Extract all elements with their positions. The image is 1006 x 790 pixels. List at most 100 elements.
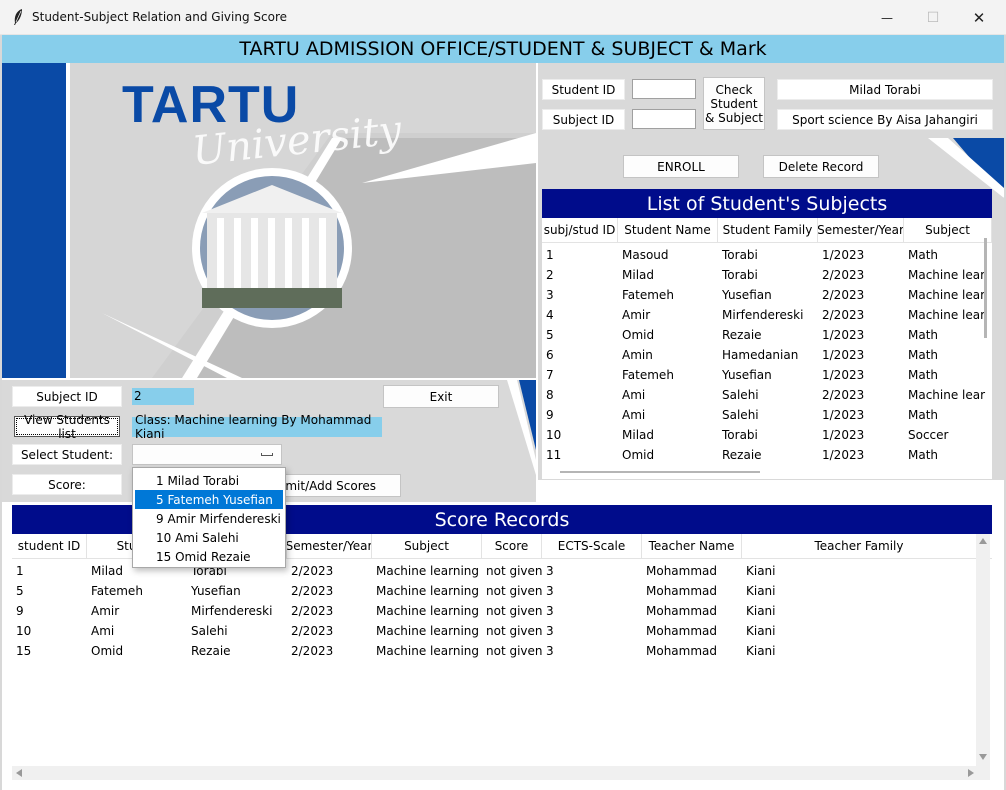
subjects-table-cell: Rezaie xyxy=(722,448,762,462)
score-table-cell: 2/2023 xyxy=(291,604,334,618)
subjects-column-header[interactable]: subj/stud ID xyxy=(542,218,618,242)
score-column-header[interactable]: Subject xyxy=(372,534,482,558)
score-vertical-scrollbar[interactable] xyxy=(976,534,990,780)
score-column-header[interactable]: Teacher Family xyxy=(742,534,977,558)
dropdown-option[interactable]: 15 Omid Rezaie xyxy=(135,547,283,566)
score-table-cell: 3 xyxy=(546,644,554,658)
subjects-table-row[interactable]: 11 Omid Rezaie 1/2023 Math xyxy=(542,445,992,465)
subjects-table-cell: 1/2023 xyxy=(822,248,865,262)
subjects-horizontal-scrollbar[interactable] xyxy=(560,471,760,473)
score-table-cell: Amir xyxy=(91,604,120,618)
score-table-cell: Kiani xyxy=(746,624,776,638)
subjects-table-row[interactable]: 6 Amin Hamedanian 1/2023 Math xyxy=(542,345,992,365)
dropdown-option[interactable]: 1 Milad Torabi xyxy=(135,471,283,490)
feather-icon xyxy=(14,9,22,25)
subjects-column-header[interactable]: Student Family xyxy=(718,218,818,242)
score-table-row[interactable]: 10 Ami Salehi 2/2023 Machine learning not giv… xyxy=(12,621,992,641)
subjects-table-cell: 1 xyxy=(546,248,554,262)
subjects-table-row[interactable]: 7 Fatemeh Yusefian 1/2023 Math xyxy=(542,365,992,385)
score-table-cell: Kiani xyxy=(746,644,776,658)
scroll-left-icon[interactable] xyxy=(16,769,22,777)
submit-add-scores-label: omit/Add Scores xyxy=(278,478,377,493)
subjects-table-row[interactable]: 3 Fatemeh Yusefian 2/2023 Machine lear xyxy=(542,285,992,305)
form-decoration xyxy=(507,380,536,475)
score-table-cell: Mohammad xyxy=(646,604,718,618)
score-table-cell: Omid xyxy=(91,644,124,658)
enroll-button[interactable]: ENROLL xyxy=(623,155,739,178)
subjects-column-header[interactable]: Student Name xyxy=(618,218,718,242)
subjects-column-header[interactable]: Subject xyxy=(904,218,992,242)
scroll-right-icon[interactable] xyxy=(968,769,974,777)
subjects-table-cell: Masoud xyxy=(622,248,669,262)
subjects-table-cell: Hamedanian xyxy=(722,348,799,362)
subjects-table-row[interactable]: 2 Milad Torabi 2/2023 Machine lear xyxy=(542,265,992,285)
dropdown-option[interactable]: 10 Ami Salehi xyxy=(135,528,283,547)
score-table-cell: 3 xyxy=(546,624,554,638)
select-student-options: 1 Milad Torabi 5 Fatemeh Yusefian 9 Amir M… xyxy=(132,467,286,568)
score-table-row[interactable]: 9 Amir Mirfendereski 2/2023 Machine learning… xyxy=(12,601,992,621)
exit-button[interactable]: Exit xyxy=(383,385,499,408)
score-column-header[interactable]: Teacher Name xyxy=(642,534,742,558)
subjects-table-cell: 2 xyxy=(546,268,554,282)
minimize-button[interactable]: — xyxy=(864,0,910,35)
subjects-table-cell: Machine lear xyxy=(908,288,986,302)
student-id-input[interactable] xyxy=(632,79,696,99)
score-table-cell: Machine learning xyxy=(376,604,480,618)
subjects-table-cell: Math xyxy=(908,248,939,262)
dropdown-option[interactable]: 5 Fatemeh Yusefian xyxy=(135,490,283,509)
close-button[interactable]: ✕ xyxy=(956,0,1002,35)
submit-add-scores-button[interactable]: omit/Add Scores xyxy=(275,474,401,497)
subjects-table-row[interactable]: 4 Amir Mirfendereski 2/2023 Machine lear xyxy=(542,305,992,325)
score-horizontal-scrollbar[interactable] xyxy=(12,766,978,780)
scroll-up-icon[interactable] xyxy=(979,538,987,544)
subjects-table-cell: Ami xyxy=(622,388,646,402)
score-column-header[interactable]: Semester/Year xyxy=(287,534,372,558)
class-info-display: Class: Machine learning By Mohammad Kian… xyxy=(132,413,382,441)
score-label: Score: xyxy=(12,474,122,495)
subjects-table-row[interactable]: 9 Ami Salehi 1/2023 Math xyxy=(542,405,992,425)
subjects-table-cell: 1/2023 xyxy=(822,368,865,382)
subjects-table-row[interactable]: 10 Milad Torabi 1/2023 Soccer xyxy=(542,425,992,445)
score-table-row[interactable]: 15 Omid Rezaie 2/2023 Machine learning not gi… xyxy=(12,641,992,661)
subjects-table-cell: 6 xyxy=(546,348,554,362)
score-table-cell: 10 xyxy=(16,624,32,638)
subjects-table-cell: Torabi xyxy=(722,268,758,282)
dropdown-option[interactable]: 9 Amir Mirfendereski xyxy=(135,509,283,528)
scroll-down-icon[interactable] xyxy=(979,754,987,760)
score-subject-id-input[interactable]: 2 xyxy=(132,388,194,405)
subjects-table-row[interactable]: 1 Masoud Torabi 1/2023 Math xyxy=(542,245,992,265)
score-column-header[interactable]: student ID xyxy=(12,534,87,558)
score-column-header[interactable]: ECTS-Scale xyxy=(542,534,642,558)
score-table-cell: not given xyxy=(486,564,542,578)
subjects-table-body: 1 Masoud Torabi 1/2023 Math 2 Milad Torabi 2/202… xyxy=(542,243,992,465)
subjects-table-cell: 1/2023 xyxy=(822,448,865,462)
select-student-dropdown[interactable] xyxy=(132,444,282,465)
subjects-table-cell: Salehi xyxy=(722,388,759,402)
subjects-table-cell: Torabi xyxy=(722,248,758,262)
view-students-list-button[interactable]: View Students list xyxy=(14,413,120,441)
check-student-subject-button[interactable]: Check Student & Subject xyxy=(703,77,765,130)
university-banner-image: TARTU University xyxy=(2,63,536,378)
subjects-table-row[interactable]: 5 Omid Rezaie 1/2023 Math xyxy=(542,325,992,345)
subjects-table-row[interactable]: 8 Ami Salehi 2/2023 Machine lear xyxy=(542,385,992,405)
score-table-cell: not given xyxy=(486,604,542,618)
maximize-icon: ☐ xyxy=(926,9,940,26)
subjects-column-header[interactable]: Semester/Year xyxy=(818,218,904,242)
close-icon: ✕ xyxy=(972,8,986,27)
subject-id-input[interactable] xyxy=(632,109,696,129)
score-table-cell: 5 xyxy=(16,584,24,598)
score-table-cell: Kiani xyxy=(746,584,776,598)
score-table-cell: 3 xyxy=(546,604,554,618)
subjects-table-header: subj/stud ID Student Name Student Family Se… xyxy=(542,218,992,243)
maximize-button[interactable]: ☐ xyxy=(910,0,956,35)
subjects-table-cell: 4 xyxy=(546,308,554,322)
score-table-cell: 1 xyxy=(16,564,24,578)
subjects-table-cell: Rezaie xyxy=(722,328,762,342)
subjects-vertical-scrollbar[interactable] xyxy=(984,238,987,338)
score-table-row[interactable]: 5 Fatemeh Yusefian 2/2023 Machine learning no… xyxy=(12,581,992,601)
window-titlebar: Student-Subject Relation and Giving Scor… xyxy=(0,0,1006,35)
delete-record-button[interactable]: Delete Record xyxy=(763,155,879,178)
score-table-cell: 2/2023 xyxy=(291,564,334,578)
score-column-header[interactable]: Score xyxy=(482,534,542,558)
subjects-table-title: List of Student's Subjects xyxy=(542,189,992,218)
